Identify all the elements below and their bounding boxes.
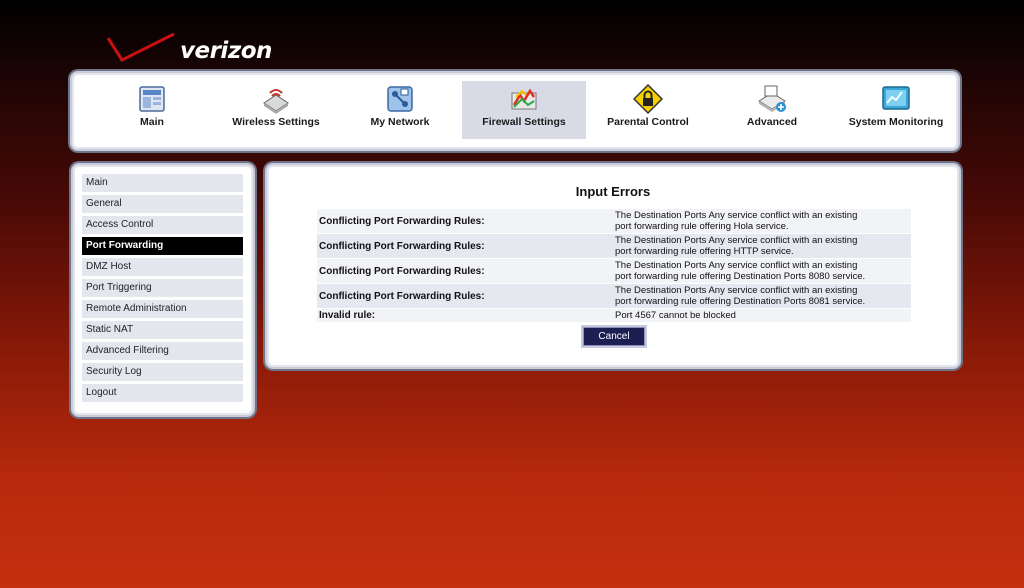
sidebar-item-general[interactable]: General xyxy=(82,195,243,213)
error-message-line: The Destination Ports Any service confli… xyxy=(615,210,858,221)
nav-parental-label: Parental Control xyxy=(607,116,689,128)
sidebar-item-main[interactable]: Main xyxy=(82,174,243,192)
nav-advanced[interactable]: Advanced xyxy=(710,81,834,139)
error-message-line: port forwarding rule offering HTTP servi… xyxy=(615,246,794,257)
sidebar-item-static-nat[interactable]: Static NAT xyxy=(82,321,243,339)
error-message: Port 4567 cannot be blocked xyxy=(613,309,911,323)
error-message-line: The Destination Ports Any service confli… xyxy=(615,260,858,271)
sidebar-item-port-forwarding[interactable]: Port Forwarding xyxy=(82,237,243,255)
wireless-icon xyxy=(263,89,289,114)
side-navigation: Main General Access Control Port Forward… xyxy=(71,163,255,417)
nav-my-network-label: My Network xyxy=(370,116,430,128)
nav-firewall-settings[interactable]: Firewall Settings xyxy=(462,81,586,139)
nav-system-monitoring[interactable]: System Monitoring xyxy=(834,81,958,139)
error-message-line: The Destination Ports Any service confli… xyxy=(615,285,858,296)
error-message: The Destination Ports Any service confli… xyxy=(613,284,911,309)
nav-wireless-settings[interactable]: Wireless Settings xyxy=(214,81,338,139)
nav-firewall-label: Firewall Settings xyxy=(482,116,566,128)
main-icon xyxy=(139,86,165,112)
nav-monitoring-label: System Monitoring xyxy=(848,116,944,128)
sidebar-item-advanced-filtering[interactable]: Advanced Filtering xyxy=(82,342,243,360)
brand-name: verizon xyxy=(180,38,272,64)
error-message-line: port forwarding rule offering Destinatio… xyxy=(615,296,866,307)
error-label: Conflicting Port Forwarding Rules: xyxy=(319,290,485,302)
sidebar-item-security-log[interactable]: Security Log xyxy=(82,363,243,381)
table-row: Invalid rule: Port 4567 cannot be blocke… xyxy=(317,308,911,323)
parental-control-icon xyxy=(632,83,664,115)
sidebar-item-port-triggering[interactable]: Port Triggering xyxy=(82,279,243,297)
error-message: The Destination Ports Any service confli… xyxy=(613,234,911,259)
monitoring-icon xyxy=(882,86,910,110)
nav-my-network[interactable]: My Network xyxy=(338,81,462,139)
error-message-line: Port 4567 cannot be blocked xyxy=(615,310,736,321)
nav-main-label: Main xyxy=(140,116,164,128)
sidebar-item-remote-administration[interactable]: Remote Administration xyxy=(82,300,243,318)
sidebar-item-access-control[interactable]: Access Control xyxy=(82,216,243,234)
errors-table: Conflicting Port Forwarding Rules: The D… xyxy=(317,209,911,323)
error-label: Invalid rule: xyxy=(319,310,376,321)
top-navigation: Main Wireless Settings My Network Firewa… xyxy=(70,71,960,151)
error-label: Conflicting Port Forwarding Rules: xyxy=(319,215,485,227)
cancel-button[interactable]: Cancel xyxy=(583,327,645,346)
sidebar-item-dmz-host[interactable]: DMZ Host xyxy=(82,258,243,276)
firewall-icon xyxy=(511,88,537,110)
input-errors-panel: Input Errors Conflicting Port Forwarding… xyxy=(265,163,961,369)
verizon-logo: verizon xyxy=(104,30,272,70)
advanced-icon xyxy=(758,85,786,112)
error-message: The Destination Ports Any service confli… xyxy=(613,259,911,284)
table-row: Conflicting Port Forwarding Rules: The D… xyxy=(317,233,911,259)
error-message: The Destination Ports Any service confli… xyxy=(613,209,911,234)
nav-wireless-label: Wireless Settings xyxy=(232,116,320,128)
sidebar-item-logout[interactable]: Logout xyxy=(82,384,243,402)
table-row: Conflicting Port Forwarding Rules: The D… xyxy=(317,258,911,284)
table-row: Conflicting Port Forwarding Rules: The D… xyxy=(317,283,911,309)
network-icon xyxy=(387,86,413,112)
nav-parental-control[interactable]: Parental Control xyxy=(586,81,710,139)
error-message-line: port forwarding rule offering Destinatio… xyxy=(615,271,866,282)
error-label: Conflicting Port Forwarding Rules: xyxy=(319,265,485,277)
nav-main[interactable]: Main xyxy=(90,81,214,139)
nav-advanced-label: Advanced xyxy=(746,116,798,128)
table-row: Conflicting Port Forwarding Rules: The D… xyxy=(317,209,911,234)
error-message-line: The Destination Ports Any service confli… xyxy=(615,235,858,246)
page-title: Input Errors xyxy=(575,184,651,199)
error-label: Conflicting Port Forwarding Rules: xyxy=(319,240,485,252)
error-message-line: port forwarding rule offering Hola servi… xyxy=(615,221,789,232)
